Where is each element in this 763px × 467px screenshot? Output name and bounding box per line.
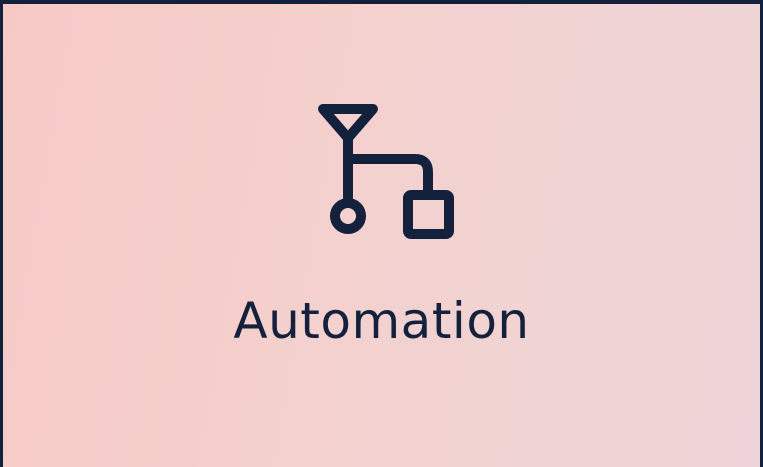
automation-tile[interactable]: Automation <box>0 0 763 467</box>
tile-label: Automation <box>233 292 530 350</box>
workflow-branch-icon <box>315 100 459 244</box>
